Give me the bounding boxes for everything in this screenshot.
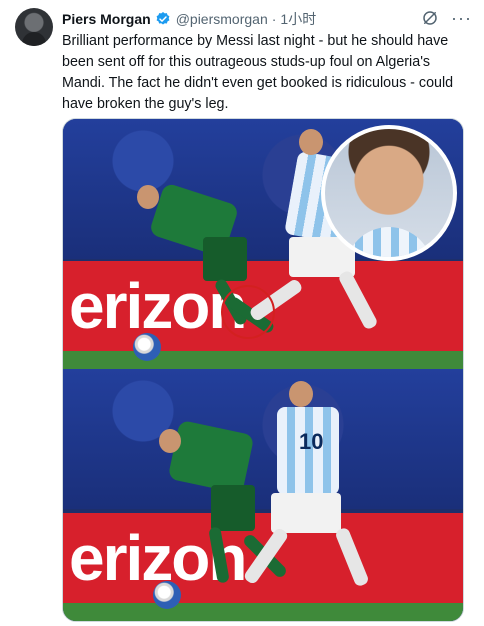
algeria-player-shorts	[211, 485, 255, 531]
messi-shorts	[271, 493, 341, 533]
header-actions: ···	[421, 9, 472, 27]
more-options-button[interactable]: ···	[451, 9, 472, 27]
messi-head	[299, 129, 323, 155]
media-photo-bottom[interactable]: erizon 10	[63, 369, 463, 621]
media-photo-top[interactable]: erizon	[63, 119, 463, 369]
algeria-player-shorts	[203, 237, 247, 281]
pitch	[63, 351, 463, 369]
messi-head	[289, 381, 313, 407]
algeria-player-head	[159, 429, 181, 453]
verified-badge-icon	[156, 12, 170, 25]
jersey-number: 10	[299, 429, 324, 454]
author-name[interactable]: Piers Morgan	[62, 11, 151, 27]
separator-dot: ·	[271, 11, 277, 27]
messi-inset-photo	[321, 125, 457, 261]
pitch	[63, 603, 463, 621]
stadium-crowd	[63, 369, 463, 509]
tweet[interactable]: Piers Morgan @piersmorgan · 1小时 ··· Bril…	[0, 0, 484, 626]
football	[133, 333, 161, 361]
grok-icon[interactable]	[421, 9, 439, 27]
timestamp[interactable]: 1小时	[280, 9, 316, 29]
foul-highlight-circle	[221, 285, 275, 339]
algeria-player-head	[137, 185, 159, 209]
tweet-header: Piers Morgan @piersmorgan · 1小时 ···	[62, 9, 472, 29]
tweet-text: Brilliant performance by Messi last nigh…	[62, 33, 454, 112]
author-handle[interactable]: @piersmorgan	[176, 11, 268, 27]
football	[153, 581, 181, 609]
avatar[interactable]	[15, 8, 53, 46]
tweet-media[interactable]: erizon erizon 10	[62, 118, 464, 622]
